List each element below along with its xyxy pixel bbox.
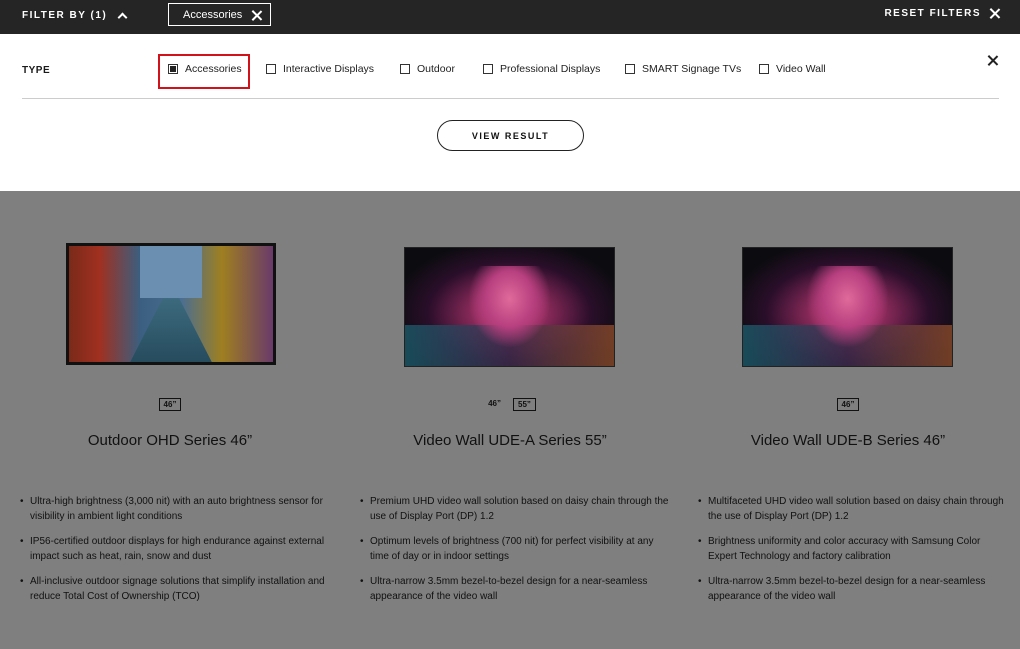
size-option[interactable]: 46” <box>484 398 505 411</box>
product-card[interactable]: 46” Video Wall UDE-B Series 46” Multifac… <box>678 190 1018 649</box>
product-image[interactable] <box>66 243 276 365</box>
feature-item: Brightness uniformity and color accuracy… <box>698 534 1008 564</box>
checkbox[interactable] <box>625 64 635 74</box>
product-title[interactable]: Video Wall UDE-B Series 46” <box>678 432 1018 449</box>
chevron-up-icon <box>117 12 128 23</box>
product-card[interactable]: 46” Outdoor OHD Series 46” Ultra-high br… <box>0 190 340 649</box>
size-options: 46” <box>678 398 1018 411</box>
feature-item: Optimum levels of brightness (700 nit) f… <box>360 534 670 564</box>
reset-filters-label: RESET FILTERS <box>884 8 981 19</box>
feature-list: Premium UHD video wall solution based on… <box>360 494 670 614</box>
filter-option-label: Professional Displays <box>500 63 601 75</box>
filter-by-toggle[interactable]: FILTER BY (1) <box>22 10 128 23</box>
feature-item: Ultra-narrow 3.5mm bezel-to-bezel design… <box>698 574 1008 604</box>
checkbox[interactable] <box>400 64 410 74</box>
filter-option-professional-displays[interactable]: Professional Displays <box>483 63 600 75</box>
filter-option-accessories[interactable]: Accessories <box>168 63 242 75</box>
feature-item: Premium UHD video wall solution based on… <box>360 494 670 524</box>
size-options: 46” <box>0 398 340 411</box>
filter-option-video-wall[interactable]: Video Wall <box>759 63 826 75</box>
product-card[interactable]: 46” 55” Video Wall UDE-A Series 55” Prem… <box>340 190 680 649</box>
feature-item: Multifaceted UHD video wall solution bas… <box>698 494 1008 524</box>
filter-option-label: Outdoor <box>417 63 455 75</box>
feature-item: IP56-certified outdoor displays for high… <box>20 534 330 564</box>
filter-option-label: Video Wall <box>776 63 826 75</box>
filter-panel: TYPE Accessories Interactive Displays Ou… <box>0 34 1020 191</box>
filter-option-label: Accessories <box>185 63 242 75</box>
filter-option-smart-signage-tvs[interactable]: SMART Signage TVs <box>625 63 741 75</box>
close-icon <box>989 8 1000 19</box>
size-option-selected[interactable]: 46” <box>836 398 860 411</box>
feature-list: Multifaceted UHD video wall solution bas… <box>698 494 1008 614</box>
filter-bar: FILTER BY (1) Accessories RESET FILTERS <box>0 0 1020 34</box>
feature-item: Ultra-high brightness (3,000 nit) with a… <box>20 494 330 524</box>
product-image[interactable] <box>404 247 615 367</box>
filter-option-outdoor[interactable]: Outdoor <box>400 63 455 75</box>
size-option-selected[interactable]: 46” <box>158 398 182 411</box>
size-options: 46” 55” <box>340 398 680 411</box>
divider <box>22 98 999 99</box>
checkbox[interactable] <box>759 64 769 74</box>
view-result-button[interactable]: VIEW RESULT <box>437 120 584 151</box>
active-filter-chip-label: Accessories <box>183 8 243 21</box>
checkbox[interactable] <box>483 64 493 74</box>
close-icon[interactable] <box>987 55 999 67</box>
feature-item: Ultra-narrow 3.5mm bezel-to-bezel design… <box>360 574 670 604</box>
filter-by-label: FILTER BY (1) <box>22 10 108 21</box>
filter-option-interactive-displays[interactable]: Interactive Displays <box>266 63 374 75</box>
feature-list: Ultra-high brightness (3,000 nit) with a… <box>20 494 330 614</box>
filter-option-label: SMART Signage TVs <box>642 63 742 75</box>
reset-filters-button[interactable]: RESET FILTERS <box>884 8 1000 19</box>
product-title[interactable]: Video Wall UDE-A Series 55” <box>340 432 680 449</box>
size-option-selected[interactable]: 55” <box>513 398 536 411</box>
type-label: TYPE <box>22 65 51 76</box>
checkbox-checked[interactable] <box>168 64 178 74</box>
product-image[interactable] <box>742 247 953 367</box>
filter-option-label: Interactive Displays <box>283 63 375 75</box>
close-icon[interactable] <box>251 10 260 19</box>
checkbox[interactable] <box>266 64 276 74</box>
product-title[interactable]: Outdoor OHD Series 46” <box>0 432 340 449</box>
feature-item: All-inclusive outdoor signage solutions … <box>20 574 330 604</box>
active-filter-chip[interactable]: Accessories <box>168 3 271 26</box>
